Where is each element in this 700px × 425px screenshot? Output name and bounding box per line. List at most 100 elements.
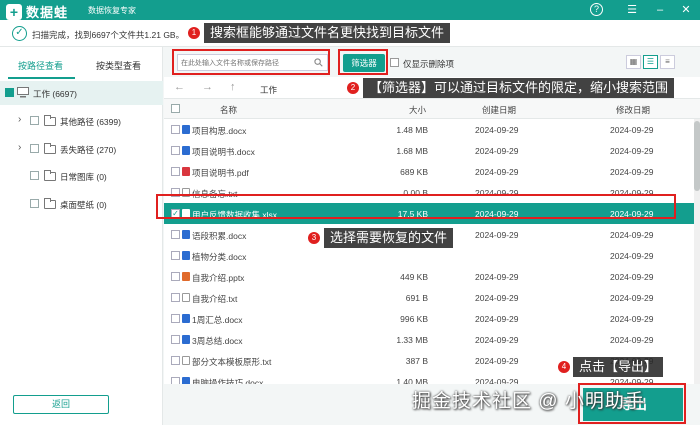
file-row[interactable]: 3周总结.docx 1.33 MB 2024-09-29 2024-09-29 bbox=[164, 329, 694, 350]
tree-item-lost-paths[interactable]: › 丢失路径 (270) bbox=[0, 137, 163, 161]
row-checkbox[interactable] bbox=[171, 167, 180, 176]
file-row[interactable]: 项目说明书.pdf 689 KB 2024-09-29 2024-09-29 bbox=[164, 161, 694, 182]
file-name: 植物分类.docx bbox=[192, 252, 247, 262]
search-icon[interactable] bbox=[314, 58, 323, 67]
tree-item-desktop-wallpaper[interactable]: 桌面壁纸 (0) bbox=[0, 192, 163, 216]
row-checkbox[interactable] bbox=[171, 272, 180, 281]
tree-checkbox[interactable] bbox=[30, 144, 39, 153]
file-row[interactable]: 自我介绍.pptx 449 KB 2024-09-29 2024-09-29 bbox=[164, 266, 694, 287]
tree-item-work[interactable]: 工作 (6697) bbox=[0, 81, 163, 105]
app-subtitle: 数据恢复专家 bbox=[88, 6, 136, 15]
row-checkbox[interactable] bbox=[171, 125, 180, 134]
app-name: 数据蛙 bbox=[26, 5, 69, 20]
file-name: 信息备忘.txt bbox=[192, 189, 238, 199]
tree-item-daily-gallery[interactable]: 日常图库 (0) bbox=[0, 164, 163, 188]
current-path: 工作 bbox=[260, 85, 278, 95]
docx-file-icon bbox=[182, 314, 190, 323]
tab-by-type[interactable]: 按类型查看 bbox=[96, 59, 141, 72]
file-row[interactable]: 信息备忘.txt 0.00 B 2024-09-29 2024-09-29 bbox=[164, 182, 694, 203]
search-input[interactable] bbox=[181, 57, 309, 69]
file-name: 用户反馈数据收集.xlsx bbox=[192, 210, 278, 220]
tree-checkbox[interactable] bbox=[30, 171, 39, 180]
active-tab-indicator bbox=[8, 77, 75, 79]
row-checkbox[interactable] bbox=[171, 377, 180, 384]
scrollbar[interactable] bbox=[694, 119, 700, 384]
file-modified-date: 2024-09-29 bbox=[610, 209, 654, 219]
pdf-file-icon bbox=[182, 167, 190, 176]
file-name: 项目构思.docx bbox=[192, 126, 247, 136]
file-created-date: 2024-09-29 bbox=[475, 335, 519, 345]
close-icon[interactable]: ✕ bbox=[678, 2, 694, 18]
menu-icon[interactable]: ☰ bbox=[624, 2, 640, 18]
row-checkbox[interactable] bbox=[171, 146, 180, 155]
tree-checkbox[interactable] bbox=[30, 199, 39, 208]
minimize-icon[interactable]: – bbox=[652, 2, 668, 18]
row-checkbox[interactable] bbox=[171, 230, 180, 239]
step-badge-2: 2 bbox=[347, 82, 359, 94]
file-modified-date: 2024-09-29 bbox=[610, 251, 654, 261]
file-name: 3周总结.docx bbox=[192, 336, 243, 346]
column-modified[interactable]: 修改日期 bbox=[616, 104, 650, 116]
show-deleted-checkbox[interactable] bbox=[390, 58, 399, 67]
column-name[interactable]: 名称 bbox=[220, 104, 237, 116]
file-modified-date: 2024-09-29 bbox=[610, 125, 654, 135]
row-checkbox[interactable] bbox=[171, 188, 180, 197]
file-modified-date: 2024-09-29 bbox=[610, 188, 654, 198]
file-modified-date: 2024-09-29 bbox=[610, 272, 654, 282]
row-checkbox[interactable]: ✓ bbox=[171, 209, 180, 218]
chevron-right-icon[interactable]: › bbox=[18, 142, 21, 153]
scroll-thumb[interactable] bbox=[694, 121, 700, 191]
file-size: 17.5 KB bbox=[397, 209, 428, 219]
grid-view-icon[interactable]: ▦ bbox=[626, 55, 641, 69]
scan-status-text: 扫描完成，找到6697个文件共1.21 GB。 bbox=[32, 30, 185, 40]
docx-file-icon bbox=[182, 230, 190, 239]
title-bar: + 数据蛙 数据恢复专家 ? ☰ – ✕ bbox=[0, 0, 700, 20]
tree-checkbox[interactable] bbox=[30, 116, 39, 125]
computer-icon bbox=[17, 87, 29, 98]
file-row[interactable]: 项目说明书.docx 1.68 MB 2024-09-29 2024-09-29 bbox=[164, 140, 694, 161]
column-created[interactable]: 创建日期 bbox=[482, 104, 516, 116]
docx-file-icon bbox=[182, 125, 190, 134]
file-name: 电脑操作技巧.docx bbox=[192, 378, 264, 384]
file-row[interactable]: 项目构思.docx 1.48 MB 2024-09-29 2024-09-29 bbox=[164, 119, 694, 140]
file-row[interactable]: 植物分类.docx 2024-09-29 bbox=[164, 245, 694, 266]
back-arrow-icon[interactable]: ← bbox=[174, 81, 185, 93]
back-button[interactable]: 返回 bbox=[13, 395, 109, 414]
filter-button[interactable]: 筛选器 bbox=[343, 54, 385, 72]
file-size: 1.40 MB bbox=[396, 377, 428, 384]
file-row[interactable]: 1周汇总.docx 996 KB 2024-09-29 2024-09-29 bbox=[164, 308, 694, 329]
column-size[interactable]: 大小 bbox=[409, 104, 426, 116]
pptx-file-icon bbox=[182, 272, 190, 281]
file-size: 996 KB bbox=[400, 314, 428, 324]
chevron-right-icon[interactable]: › bbox=[18, 114, 21, 125]
file-name: 项目说明书.pdf bbox=[192, 168, 249, 178]
file-created-date: 2024-09-29 bbox=[475, 356, 519, 366]
file-size: 689 KB bbox=[400, 167, 428, 177]
file-name: 语段积累.docx bbox=[192, 231, 247, 241]
file-modified-date: 2024-09-29 bbox=[610, 377, 654, 384]
up-arrow-icon[interactable]: ↑ bbox=[230, 81, 236, 93]
file-created-date: 2024-09-29 bbox=[475, 146, 519, 156]
list-view-icon[interactable]: ☰ bbox=[643, 55, 658, 69]
detail-view-icon[interactable]: ≡ bbox=[660, 55, 675, 69]
select-all-checkbox[interactable] bbox=[171, 104, 180, 113]
callout-search: 搜索框能够通过文件名更快找到目标文件 bbox=[204, 23, 451, 43]
tab-by-path[interactable]: 按路径查看 bbox=[18, 59, 63, 72]
forward-arrow-icon[interactable]: → bbox=[202, 81, 213, 93]
row-checkbox[interactable] bbox=[171, 335, 180, 344]
row-checkbox[interactable] bbox=[171, 293, 180, 302]
row-checkbox[interactable] bbox=[171, 356, 180, 365]
folder-icon bbox=[44, 143, 56, 154]
file-created-date: 2024-09-29 bbox=[475, 230, 519, 240]
row-checkbox[interactable] bbox=[171, 314, 180, 323]
watermark: 掘金技术社区 @ 小明助手 bbox=[412, 391, 645, 412]
help-icon[interactable]: ? bbox=[590, 3, 603, 16]
tree-item-other-paths[interactable]: › 其他路径 (6399) bbox=[0, 109, 163, 133]
file-row[interactable]: 自我介绍.txt 691 B 2024-09-29 2024-09-29 bbox=[164, 287, 694, 308]
tree-checkbox[interactable] bbox=[5, 88, 14, 97]
file-size: 1.68 MB bbox=[396, 146, 428, 156]
view-tabs: 按路径查看 按类型查看 bbox=[0, 57, 163, 79]
row-checkbox[interactable] bbox=[171, 251, 180, 260]
txt-file-icon bbox=[182, 293, 190, 302]
file-row[interactable]: ✓ 用户反馈数据收集.xlsx 17.5 KB 2024-09-29 2024-09-2… bbox=[164, 203, 694, 224]
